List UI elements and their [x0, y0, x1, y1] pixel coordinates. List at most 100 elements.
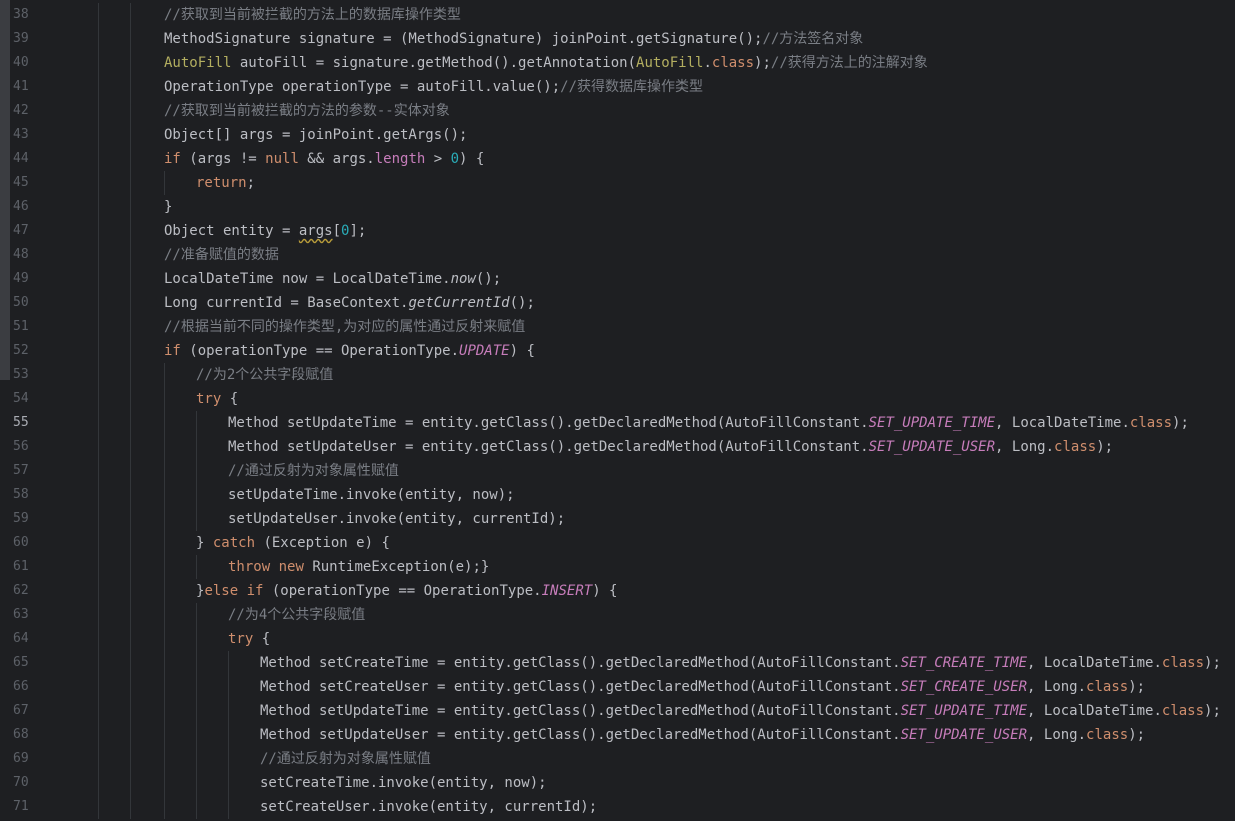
code-token: return	[196, 175, 247, 191]
code-token: getCurrentId	[408, 295, 510, 311]
code-token: if	[164, 151, 181, 167]
code-editor[interactable]: 38 39 40 41 42 43 44 45 46 47 48 49 50 51 52 53 54 55 56 57…	[0, 0, 1235, 821]
code-line[interactable]: //准备赋值的数据	[0, 243, 1235, 267]
code-token: SET_UPDATE_TIME	[868, 415, 996, 431]
code-token: ) {	[509, 343, 535, 359]
code-token: setUpdateTime.invoke(entity, now);	[228, 487, 515, 503]
code-line[interactable]: setCreateUser.invoke(entity, currentId);	[0, 795, 1235, 819]
code-line[interactable]: setCreateTime.invoke(entity, now);	[0, 771, 1235, 795]
code-line[interactable]: }	[0, 195, 1235, 219]
code-token: (operationType == OperationType.	[180, 343, 460, 359]
code-token: [	[332, 223, 342, 239]
code-line[interactable]: try {	[0, 387, 1235, 411]
code-area[interactable]: //获取到当前被拦截的方法上的数据库操作类型 MethodSignature si…	[0, 0, 1235, 821]
code-token: Method setUpdateUser = entity.getClass()…	[260, 727, 901, 743]
code-token: else	[204, 583, 239, 599]
code-token: Method setUpdateTime = entity.getClass()…	[228, 415, 869, 431]
code-token: {	[253, 631, 271, 647]
code-token: args	[298, 223, 333, 239]
code-token: INSERT	[541, 583, 593, 599]
code-token: );	[1172, 415, 1189, 431]
code-line[interactable]: Method setCreateTime = entity.getClass()…	[0, 651, 1235, 675]
code-token: try	[228, 631, 254, 647]
code-token: if	[164, 343, 181, 359]
code-token: Method setUpdateUser = entity.getClass()…	[228, 439, 869, 455]
code-token: Long currentId = BaseContext.	[164, 295, 409, 311]
code-token: //根据当前不同的操作类型,为对应的属性通过反射来赋值	[164, 319, 526, 335]
code-token: class	[1161, 703, 1205, 719]
code-token: AutoFill	[636, 55, 704, 71]
code-token: //方法签名对象	[762, 31, 864, 47]
code-token: OperationType operationType = autoFill.v…	[164, 79, 561, 95]
code-token: (args !=	[180, 151, 266, 167]
code-line[interactable]: throw new RuntimeException(e);}	[0, 555, 1235, 579]
code-token: class	[1086, 727, 1129, 743]
code-token: , Long.	[1027, 727, 1087, 743]
code-token: ();	[509, 295, 535, 311]
code-line[interactable]: try {	[0, 627, 1235, 651]
code-line[interactable]: if (args != null && args.length > 0) {	[0, 147, 1235, 171]
code-token: 0	[450, 151, 460, 167]
code-line[interactable]: //通过反射为对象属性赋值	[0, 747, 1235, 771]
code-line[interactable]: if (operationType == OperationType.UPDAT…	[0, 339, 1235, 363]
code-token: }	[164, 199, 173, 215]
code-line[interactable]: //为2个公共字段赋值	[0, 363, 1235, 387]
code-token: //通过反射为对象属性赋值	[228, 463, 399, 479]
code-line[interactable]: return;	[0, 171, 1235, 195]
code-line[interactable]: MethodSignature signature = (MethodSigna…	[0, 27, 1235, 51]
code-line[interactable]: Method setUpdateTime = entity.getClass()…	[0, 699, 1235, 723]
code-token: catch	[212, 535, 256, 551]
code-line[interactable]: Method setUpdateTime = entity.getClass()…	[0, 411, 1235, 435]
code-token: RuntimeException(e);}	[303, 559, 490, 575]
code-line[interactable]: Object[] args = joinPoint.getArgs();	[0, 123, 1235, 147]
code-token: ;	[246, 175, 256, 191]
code-token: //为2个公共字段赋值	[196, 367, 334, 383]
code-line[interactable]: LocalDateTime now = LocalDateTime.now();	[0, 267, 1235, 291]
code-token: setCreateUser.invoke(entity, currentId);	[260, 799, 598, 815]
code-token: //获得方法上的注解对象	[770, 55, 928, 71]
code-token: //获取到当前被拦截的方法的参数--实体对象	[164, 103, 450, 119]
code-token: SET_UPDATE_USER	[900, 727, 1028, 743]
code-line[interactable]: setUpdateUser.invoke(entity, currentId);	[0, 507, 1235, 531]
code-line[interactable]: //为4个公共字段赋值	[0, 603, 1235, 627]
code-token: setCreateTime.invoke(entity, now);	[260, 775, 547, 791]
code-token: class	[1054, 439, 1097, 455]
code-line[interactable]: } catch (Exception e) {	[0, 531, 1235, 555]
code-line[interactable]: Long currentId = BaseContext.getCurrentI…	[0, 291, 1235, 315]
code-token: ();	[475, 271, 502, 287]
code-token: && args.	[298, 151, 375, 167]
code-token: SET_CREATE_USER	[900, 679, 1028, 695]
code-line[interactable]: Method setUpdateUser = entity.getClass()…	[0, 723, 1235, 747]
code-token: );	[1204, 703, 1221, 719]
code-token: class	[1086, 679, 1129, 695]
code-token: (operationType == OperationType.	[263, 583, 542, 599]
code-line[interactable]: }else if (operationType == OperationType…	[0, 579, 1235, 603]
code-line[interactable]: Object entity = args[0];	[0, 219, 1235, 243]
code-line[interactable]: setUpdateTime.invoke(entity, now);	[0, 483, 1235, 507]
code-token: Object entity =	[164, 223, 299, 239]
code-line[interactable]: //通过反射为对象属性赋值	[0, 459, 1235, 483]
code-token: (Exception e) {	[255, 535, 390, 551]
code-token: Method setCreateUser = entity.getClass()…	[260, 679, 901, 695]
code-line[interactable]: //获取到当前被拦截的方法上的数据库操作类型	[0, 3, 1235, 27]
code-line[interactable]: //根据当前不同的操作类型,为对应的属性通过反射来赋值	[0, 315, 1235, 339]
code-token: AutoFill	[164, 55, 232, 71]
code-line[interactable]: Method setCreateUser = entity.getClass()…	[0, 675, 1235, 699]
code-token: , Long.	[1027, 679, 1087, 695]
code-token: //获取到当前被拦截的方法上的数据库操作类型	[164, 7, 461, 23]
code-line[interactable]: //获取到当前被拦截的方法的参数--实体对象	[0, 99, 1235, 123]
code-line[interactable]: Method setUpdateUser = entity.getClass()…	[0, 435, 1235, 459]
code-token: //获得数据库操作类型	[560, 79, 704, 95]
code-token: );	[1128, 679, 1146, 695]
code-line[interactable]: OperationType operationType = autoFill.v…	[0, 75, 1235, 99]
code-line[interactable]: AutoFill autoFill = signature.getMethod(…	[0, 51, 1235, 75]
code-token: {	[221, 391, 239, 407]
code-token: , LocalDateTime.	[1027, 703, 1162, 719]
code-token: LocalDateTime now = LocalDateTime.	[164, 271, 451, 287]
code-token: , LocalDateTime.	[995, 415, 1130, 431]
code-token: try	[196, 391, 222, 407]
code-token: new	[278, 559, 304, 575]
code-token: class	[711, 55, 755, 71]
